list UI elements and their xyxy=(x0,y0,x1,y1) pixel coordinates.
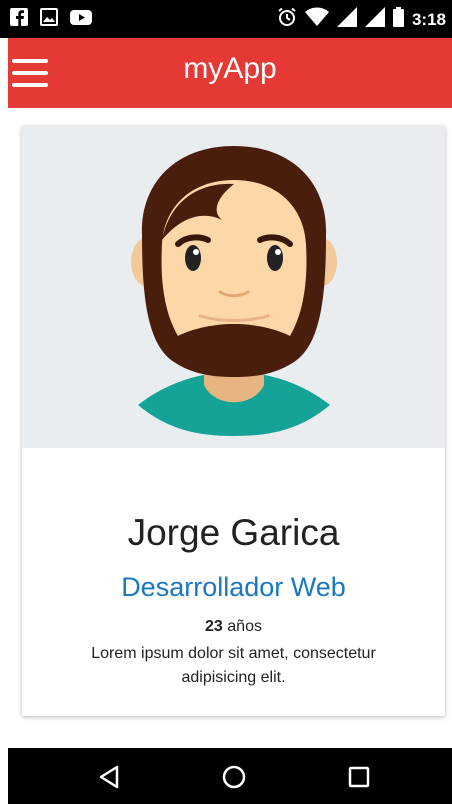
navigation-bar xyxy=(8,748,452,804)
profile-card: Jorge Garica Desarrollador Web 23 años L… xyxy=(22,126,445,716)
profile-name: Jorge Garica xyxy=(127,512,340,553)
avatar xyxy=(131,146,337,436)
battery-icon xyxy=(392,7,404,32)
back-icon[interactable] xyxy=(94,762,124,792)
profile-media xyxy=(22,126,445,448)
status-bar: 3:18 xyxy=(0,0,452,38)
status-left-icons xyxy=(10,8,92,31)
facebook-icon xyxy=(10,8,28,31)
age-unit: años xyxy=(227,618,262,635)
app-bar: myApp xyxy=(8,38,452,108)
signal-icon xyxy=(336,7,357,32)
status-time: 3:18 xyxy=(411,9,446,29)
status-right-icons: 3:18 xyxy=(277,7,446,32)
signal-icon xyxy=(364,7,385,32)
alarm-icon xyxy=(277,7,297,32)
profile-age: 23 años xyxy=(22,618,445,636)
recents-icon[interactable] xyxy=(344,762,374,792)
age-value: 23 xyxy=(205,618,223,635)
youtube-icon xyxy=(70,8,92,31)
home-icon[interactable] xyxy=(219,762,249,792)
image-icon xyxy=(40,8,58,31)
app-title: myApp xyxy=(183,52,277,85)
wifi-icon xyxy=(304,7,329,32)
profile-bio: Lorem ipsum dolor sit amet, consectetur … xyxy=(91,645,376,686)
profile-role: Desarrollador Web xyxy=(121,572,346,602)
